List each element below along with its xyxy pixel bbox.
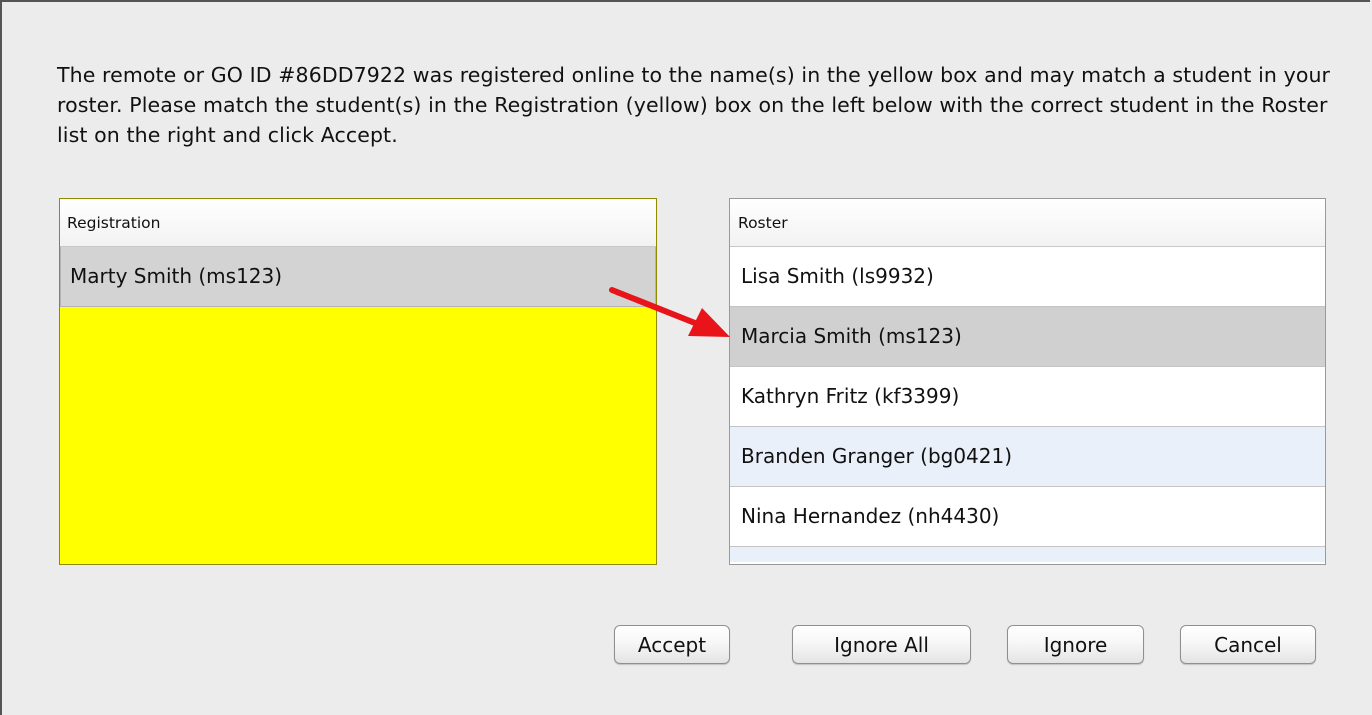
roster-row[interactable]: Branden Granger (bg0421) xyxy=(730,427,1325,487)
registration-row[interactable]: Marty Smith (ms123) xyxy=(60,247,656,307)
ignore-button[interactable]: Ignore xyxy=(1007,625,1144,664)
registration-header: Registration xyxy=(60,199,656,247)
roster-panel[interactable]: Roster Lisa Smith (ls9932) Marcia Smith … xyxy=(729,198,1326,565)
roster-header: Roster xyxy=(730,199,1325,247)
roster-row[interactable]: Nina Hernandez (nh4430) xyxy=(730,487,1325,547)
roster-row-selected[interactable]: Marcia Smith (ms123) xyxy=(730,307,1325,367)
cancel-button[interactable]: Cancel xyxy=(1180,625,1316,664)
ignore-all-button[interactable]: Ignore All xyxy=(792,625,971,664)
accept-button[interactable]: Accept xyxy=(614,625,730,664)
dialog-window: The remote or GO ID #86DD7922 was regist… xyxy=(0,0,1370,715)
roster-row[interactable]: Kathryn Fritz (kf3399) xyxy=(730,367,1325,427)
instructions-text: The remote or GO ID #86DD7922 was regist… xyxy=(57,63,1331,147)
roster-row-partial[interactable] xyxy=(730,547,1325,562)
registration-panel: Registration Marty Smith (ms123) xyxy=(59,198,657,565)
roster-row[interactable]: Lisa Smith (ls9932) xyxy=(730,247,1325,307)
